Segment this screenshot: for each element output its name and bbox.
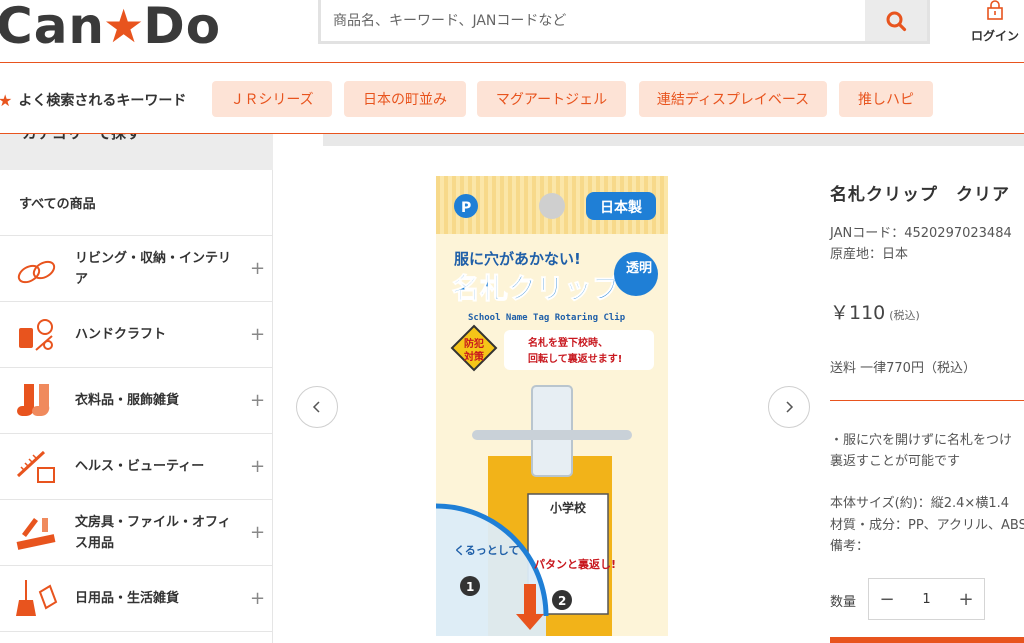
tab-strip — [323, 134, 1024, 146]
socks-icon — [17, 384, 50, 417]
chevron-left-icon — [312, 401, 320, 413]
keyword-chip[interactable]: マグアートジェル — [477, 81, 626, 117]
category-heading-label: カテゴリーで探す — [22, 134, 141, 143]
svg-text:P: P — [461, 200, 471, 216]
quantity-value[interactable]: 1 — [905, 592, 948, 607]
category-stationery[interactable]: 文房具・ファイル・オフィス用品 + — [0, 500, 273, 566]
spec-size: 本体サイズ(約)：縦2.4×横1.4 — [830, 496, 1009, 511]
divider — [830, 400, 1024, 401]
crime-prevention-badge-line2: 対策 — [463, 350, 485, 363]
made-in-japan-label: 日本製 — [600, 199, 642, 216]
login-button[interactable]: ログイン — [962, 0, 1024, 50]
description-line: ・服に穴を開けずに名札をつけ — [830, 433, 1013, 448]
chevron-right-icon — [786, 401, 794, 413]
description-line: 裏返すことが可能です — [830, 454, 961, 469]
category-health-beauty[interactable]: ヘルス・ビューティー + — [0, 434, 273, 500]
star-icon: ★ — [0, 90, 13, 110]
expand-plus-icon[interactable]: + — [250, 522, 265, 543]
expand-plus-icon[interactable]: + — [250, 258, 265, 279]
svg-text:2: 2 — [558, 594, 566, 608]
increment-button[interactable]: + — [948, 589, 984, 610]
package-step1: くるっとして — [454, 544, 519, 557]
category-living[interactable]: リビング・収納・インテリア + — [0, 236, 273, 302]
category-sidebar: カテゴリーで探す すべての商品 リビング・収納・インテリア + ハンドクラフト … — [0, 134, 273, 643]
search-button[interactable] — [865, 0, 927, 41]
category-label: リビング・収納・インテリア — [75, 251, 232, 287]
category-label: 日用品・生活雑貨 — [75, 591, 180, 606]
price-value: ￥110 — [830, 302, 886, 324]
logo-text-can: Can — [0, 0, 106, 55]
category-label: 文房具・ファイル・オフィス用品 — [75, 515, 231, 551]
carousel-next-button[interactable] — [768, 386, 810, 428]
package-tip-line1: 名札を登下校時、 — [528, 336, 608, 349]
keyword-chip[interactable]: ＪＲシリーズ — [212, 81, 332, 117]
category-handcraft[interactable]: ハンドクラフト + — [0, 302, 273, 368]
package-english: School Name Tag Rotaring Clip — [468, 312, 626, 323]
expand-plus-icon[interactable]: + — [250, 456, 265, 477]
slippers-icon — [17, 260, 56, 284]
cando-logo[interactable]: Can ★ Do — [0, 0, 222, 55]
stationery-icon — [16, 518, 56, 550]
expand-plus-icon[interactable]: + — [250, 390, 265, 411]
broom-icon — [16, 580, 58, 616]
quantity-label: 数量 — [830, 595, 857, 610]
clear-label: 透明 — [626, 261, 652, 276]
school-label: 小学校 — [550, 500, 587, 515]
jan-code: JANコード：4520297023484 — [830, 226, 1012, 241]
keyword-bar: ★ よく検索されるキーワード ＪＲシリーズ 日本の町並み マグアートジェル 連結… — [0, 62, 1024, 134]
keyword-title-label: よく検索されるキーワード — [18, 93, 187, 109]
site-header: Can★Do ログイン — [0, 0, 1024, 62]
decrement-button[interactable]: − — [869, 589, 905, 610]
comb-icon — [16, 450, 55, 483]
svg-text:1: 1 — [466, 580, 474, 594]
category-clothing[interactable]: 衣料品・服飾雑貨 + — [0, 368, 273, 434]
price: ￥110 (税込) — [830, 298, 920, 325]
expand-plus-icon[interactable]: + — [250, 324, 265, 345]
category-heading: カテゴリーで探す — [0, 134, 273, 170]
shipping-info: 送料 一律770円（税込） — [830, 361, 976, 376]
search-bar — [318, 0, 930, 44]
logo-text-do: Do — [143, 0, 222, 55]
category-label: ヘルス・ビューティー — [75, 459, 205, 474]
product-name: 名札クリップ クリア — [830, 185, 1010, 205]
search-input[interactable] — [321, 0, 865, 41]
login-label: ログイン — [970, 29, 1019, 43]
keyword-title: ★ よく検索されるキーワード — [0, 90, 186, 110]
package-tip-line2: 回転して裏返せます! — [528, 352, 622, 365]
spec-note: 備考： — [830, 539, 870, 554]
product-image[interactable]: P 日本製 服に穴があかない! 名札クリップ 透明 School Name Ta… — [436, 176, 668, 636]
origin: 原産地：日本 — [830, 247, 909, 262]
star-icon: ★ — [103, 0, 146, 53]
package-title: 名札クリップ — [452, 272, 621, 305]
lock-icon — [987, 0, 1003, 20]
keyword-chip[interactable]: 推しハピ — [839, 81, 933, 117]
expand-plus-icon[interactable]: + — [250, 588, 265, 609]
crime-prevention-badge-line1: 防犯 — [464, 337, 484, 350]
price-tax: (税込) — [889, 309, 920, 322]
add-to-cart-button[interactable] — [830, 637, 1024, 643]
quantity-stepper: − 1 + — [868, 578, 985, 620]
spec-material: 材質・成分：PP、アクリル、ABS — [830, 518, 1024, 533]
package-catch: 服に穴があかない! — [454, 250, 581, 268]
category-label: 衣料品・服飾雑貨 — [75, 393, 180, 408]
search-icon — [886, 11, 907, 31]
keyword-chip[interactable]: 連結ディスプレイベース — [639, 81, 827, 117]
all-products-link[interactable]: すべての商品 — [0, 170, 273, 236]
keyword-chip[interactable]: 日本の町並み — [344, 81, 466, 117]
sewing-icon — [19, 319, 53, 351]
category-daily-goods[interactable]: 日用品・生活雑貨 + — [0, 566, 273, 632]
carousel-prev-button[interactable] — [296, 386, 338, 428]
category-label: ハンドクラフト — [75, 327, 167, 342]
package-step2: パタンと裏返し! — [534, 557, 616, 571]
